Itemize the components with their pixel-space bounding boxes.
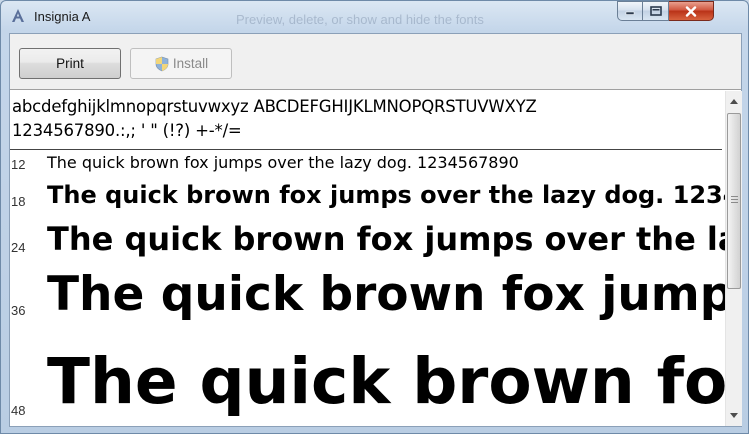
vertical-scrollbar[interactable] [725,91,742,426]
print-button-label: Print [56,56,84,71]
sample-row-12: 12 The quick brown fox jumps over the la… [10,151,725,175]
sample-text: The quick brown fox jumps over the lazy … [47,345,725,418]
install-button-label: Install [172,56,209,71]
sample-row-48: 48 The quick brown fox jumps over the la… [10,339,725,426]
close-icon [685,5,697,17]
scroll-thumb[interactable] [727,113,741,289]
font-preview-pane[interactable]: abcdefghijklmnopqrstuvwxyz ABCDEFGHIJKLM… [10,91,725,426]
arrow-down-icon [730,413,738,418]
size-label: 48 [11,403,26,418]
scroll-up-button[interactable] [726,93,742,110]
scroll-down-button[interactable] [726,407,742,424]
divider [10,149,722,150]
sample-row-24: 24 The quick brown fox jumps over the la… [10,219,725,265]
maximize-icon [649,6,662,16]
sample-row-18: 18 The quick brown fox jumps over the la… [10,179,725,215]
sample-row-36: 36 The quick brown fox jumps over the la… [10,267,725,339]
sample-text: The quick brown fox jumps over the lazy … [47,153,519,172]
font-icon [12,9,24,22]
thumb-grip [731,196,738,204]
maximize-button[interactable] [643,1,669,21]
install-button[interactable]: Install [130,48,232,79]
size-label: 18 [11,194,26,209]
arrow-up-icon [730,99,738,104]
sample-text: The quick brown fox jumps over the lazy … [47,267,725,322]
minimize-button[interactable] [617,1,643,21]
charset-letters: abcdefghijklmnopqrstuvwxyz ABCDEFGHIJKLM… [12,97,537,116]
minimize-icon [625,11,635,15]
window-title: Insignia A [34,9,91,24]
close-button[interactable] [669,1,714,21]
sample-text: The quick brown fox jumps over the lazy … [47,181,725,209]
uac-shield-icon [155,56,169,71]
font-viewer-window: Insignia A Preview, delete, or show and … [0,0,749,434]
toolbar: Print Install [10,34,741,90]
caption-buttons [617,1,714,23]
character-set: abcdefghijklmnopqrstuvwxyz ABCDEFGHIJKLM… [12,95,722,143]
sample-text: The quick brown fox jumps over the lazy … [47,220,725,258]
client-area: Print Install abcdefghijklmnopqrstuvwxyz… [9,33,742,427]
charset-digits-symbols: 1234567890.:,; ' " (!?) +-*/= [12,121,242,140]
size-label: 24 [11,240,26,255]
background-window-title: Preview, delete, or show and hide the fo… [236,12,484,27]
size-label: 12 [11,157,26,172]
print-button[interactable]: Print [19,48,121,79]
title-bar[interactable]: Insignia A Preview, delete, or show and … [1,1,748,33]
size-label: 36 [11,303,26,318]
